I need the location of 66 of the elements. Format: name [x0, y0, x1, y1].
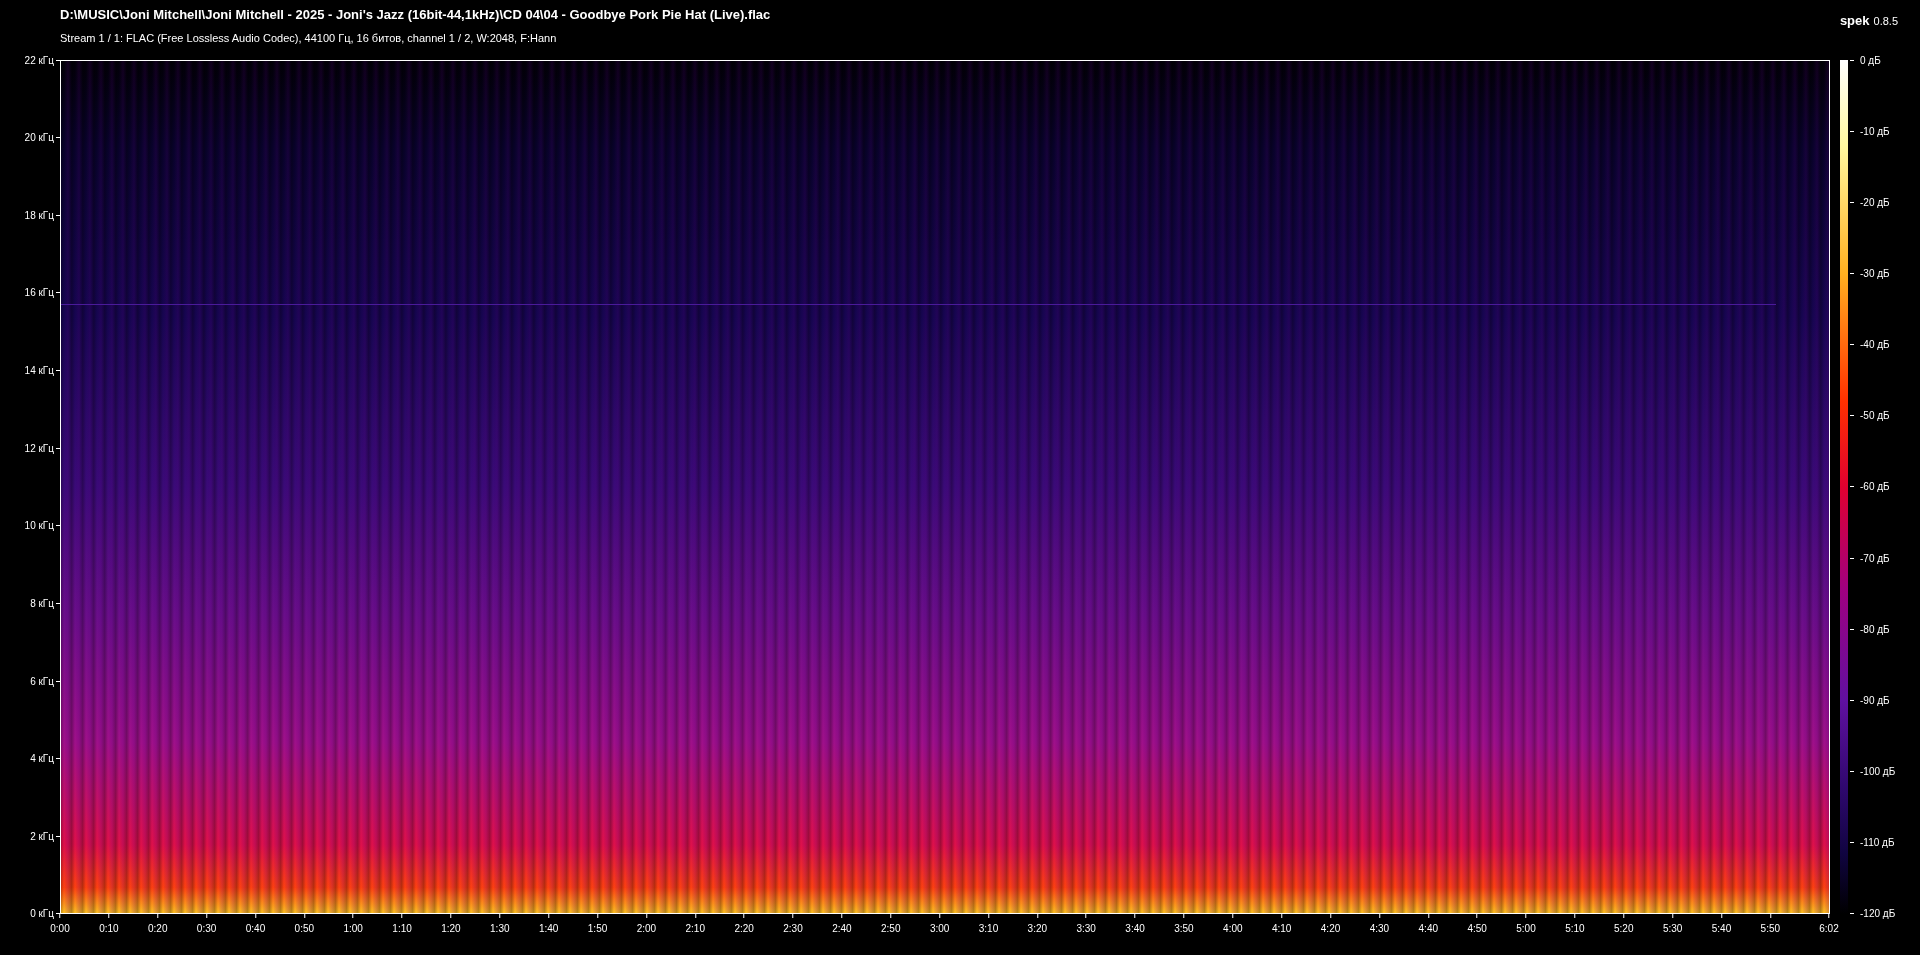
level-label: -110 дБ: [1860, 836, 1895, 851]
time-label: 3:30: [1076, 922, 1096, 936]
time-label: 1:40: [538, 922, 559, 936]
level-label: -60 дБ: [1860, 480, 1890, 495]
frequency-label: 18 кГц: [24, 208, 54, 223]
level-label: -70 дБ: [1860, 551, 1890, 566]
time-label: 4:00: [1223, 922, 1243, 936]
frequency-label: 2 кГц: [30, 829, 54, 844]
time-label: 1:30: [490, 922, 510, 936]
frequency-label: 16 кГц: [24, 286, 54, 301]
time-label: 3:50: [1174, 922, 1194, 936]
time-label: 5:40: [1711, 922, 1732, 936]
time-label: 6:02: [1819, 922, 1839, 936]
frequency-label: 20 кГц: [24, 131, 54, 146]
time-label: 1:00: [343, 922, 363, 936]
time-label: 2:00: [636, 922, 657, 936]
stream-info: Stream 1 / 1: FLAC (Free Lossless Audio Codec), 44100 Гц, 16 битов, channel 1 / 2, W:2048, F:Hann: [60, 31, 558, 45]
time-label: 1:50: [587, 922, 608, 936]
level-label: -40 дБ: [1860, 338, 1890, 353]
level-label: -120 дБ: [1860, 907, 1896, 922]
time-label: 0:10: [99, 922, 119, 936]
frequency-label: 6 кГц: [30, 674, 54, 689]
time-label: 2:40: [832, 922, 852, 936]
time-label: 4:50: [1467, 922, 1487, 936]
level-label: -80 дБ: [1860, 622, 1890, 637]
frequency-label: 14 кГц: [24, 364, 54, 378]
level-label: -100 дБ: [1860, 765, 1896, 780]
frequency-label: 10 кГц: [24, 519, 54, 534]
time-label: 0:00: [50, 922, 70, 936]
time-label: 1:20: [441, 922, 461, 936]
time-label: 3:00: [929, 922, 950, 936]
time-label: 0:20: [148, 922, 168, 936]
frequency-label: 4 кГц: [30, 752, 54, 767]
time-label: 4:30: [1369, 922, 1390, 936]
time-label: 4:20: [1320, 922, 1341, 936]
time-label: 2:20: [734, 922, 754, 936]
frequency-label: 22 кГц: [24, 53, 54, 68]
level-label: -30 дБ: [1860, 266, 1890, 281]
level-label: -10 дБ: [1860, 124, 1890, 139]
frequency-label: 0 кГц: [30, 907, 54, 922]
app-version: 0.8.5: [1873, 14, 1898, 29]
time-label: 5:10: [1565, 922, 1585, 936]
time-label: 2:50: [881, 922, 901, 936]
time-label: 5:00: [1516, 922, 1536, 936]
time-label: 3:20: [1027, 922, 1048, 936]
time-label: 1:10: [392, 922, 412, 936]
time-label: 2:30: [783, 922, 803, 936]
level-label: -20 дБ: [1860, 195, 1890, 210]
frequency-label: 8 кГц: [30, 596, 54, 611]
time-label: 5:20: [1614, 922, 1634, 936]
time-label: 4:10: [1271, 922, 1292, 936]
time-label: 0:40: [245, 922, 266, 936]
time-label: 5:50: [1760, 922, 1781, 936]
time-label: 5:30: [1662, 922, 1683, 936]
time-label: 2:10: [685, 922, 705, 936]
time-label: 0:30: [196, 922, 217, 936]
app-name: spek: [1839, 12, 1870, 30]
level-label: 0 дБ: [1860, 53, 1881, 68]
level-label: -90 дБ: [1860, 693, 1890, 708]
time-label: 3:40: [1125, 922, 1145, 936]
file-title: D:\MUSIC\Joni Mitchell\Joni Mitchell - 2025 - Joni's Jazz (16bit-44,1kHz)\CD 04\04 - Goodbye Pork Pie Hat (Live).flac: [60, 7, 772, 23]
time-label: 4:40: [1418, 922, 1438, 936]
time-label: 3:10: [978, 922, 999, 936]
level-label: -50 дБ: [1860, 409, 1890, 424]
time-label: 0:50: [294, 922, 315, 936]
frequency-label: 12 кГц: [24, 441, 54, 456]
